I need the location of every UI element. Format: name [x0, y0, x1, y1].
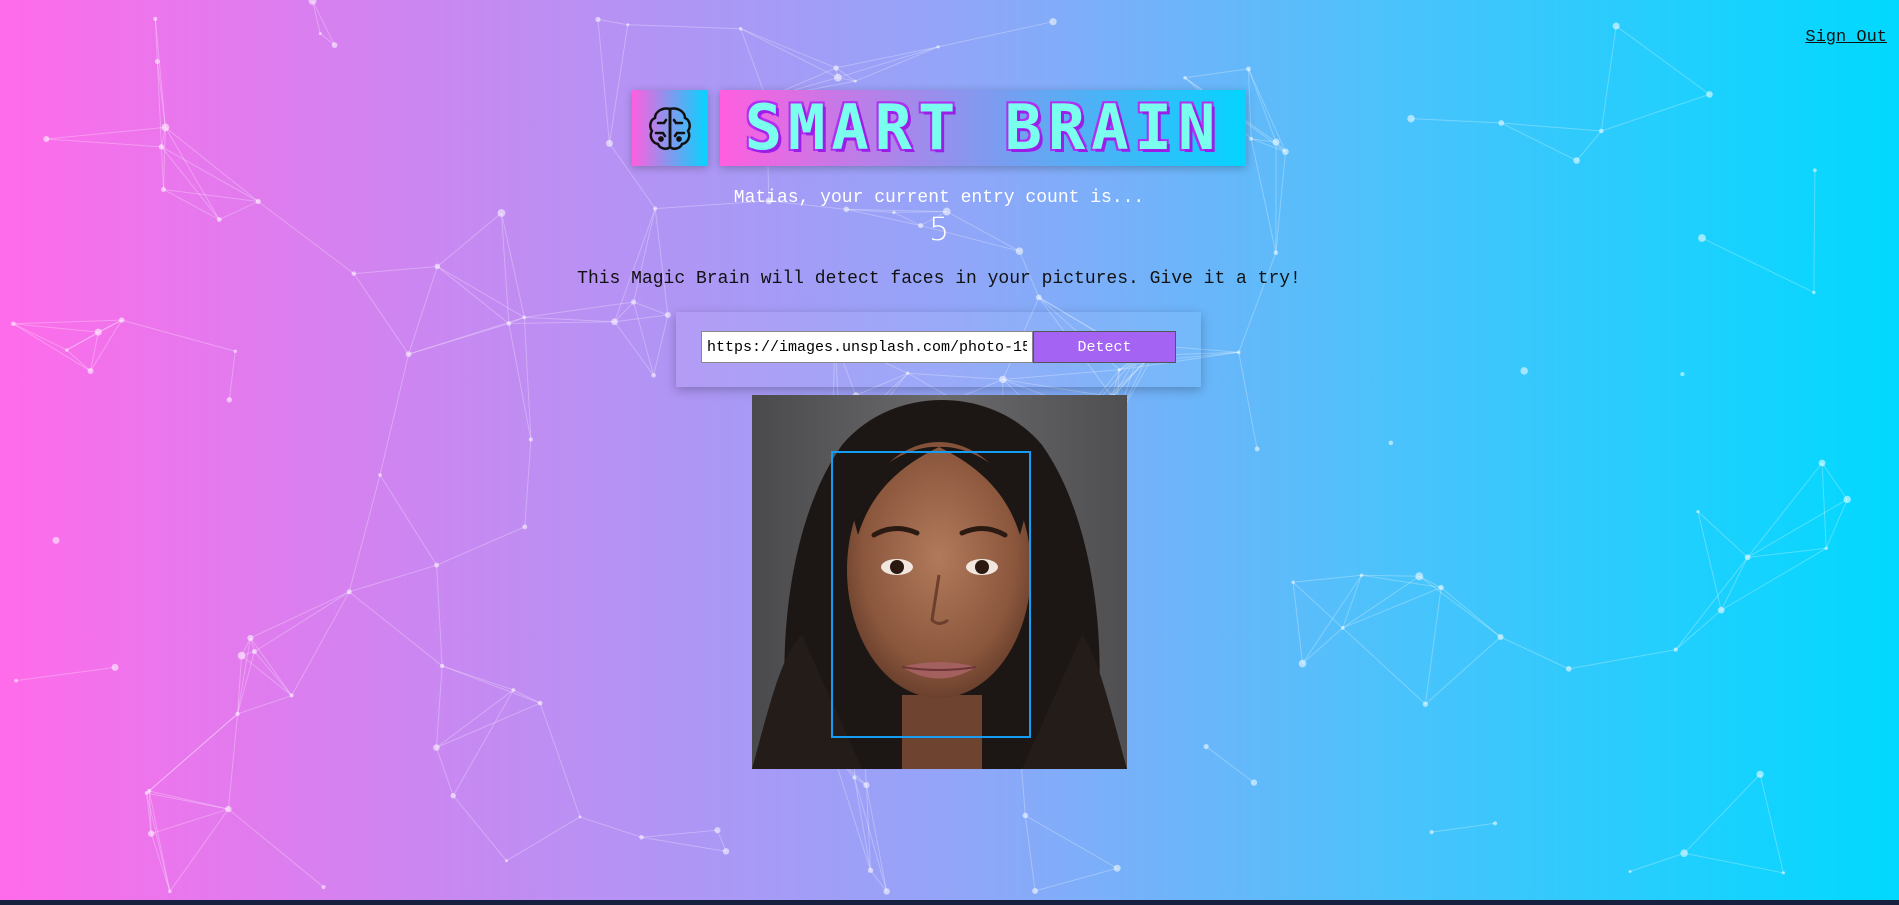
face-image	[752, 395, 1127, 769]
brand-title: SMART BRAIN	[744, 91, 1222, 164]
face-bounding-box	[831, 451, 1031, 738]
detect-button[interactable]: Detect	[1033, 331, 1176, 363]
image-url-input[interactable]	[701, 331, 1033, 363]
sign-out-link[interactable]: Sign Out	[1805, 28, 1887, 47]
entry-count-message: Matias, your current entry count is...	[733, 188, 1145, 208]
image-link-form: Detect	[676, 312, 1201, 387]
logo	[632, 90, 708, 166]
bottom-strip	[0, 900, 1899, 905]
brand-banner: SMART BRAIN	[720, 90, 1246, 166]
brain-icon	[649, 107, 691, 150]
form-tagline: This Magic Brain will detect faces in yo…	[577, 269, 1301, 289]
entry-count-value: 5	[928, 210, 950, 248]
